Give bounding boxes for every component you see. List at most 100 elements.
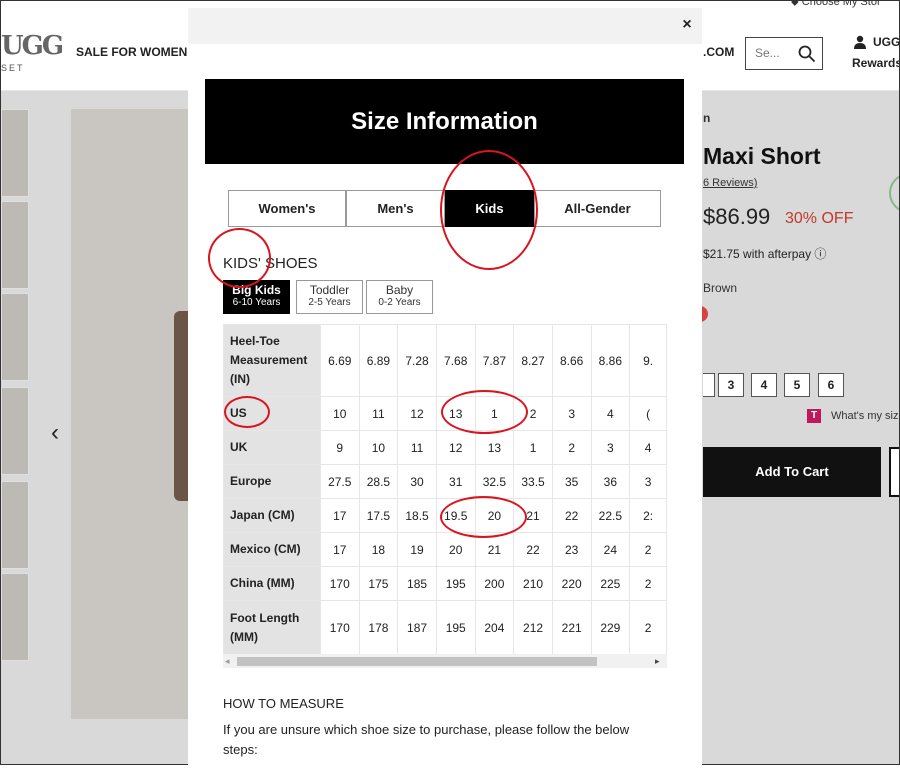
product-thumbnail[interactable] xyxy=(1,387,29,475)
table-cell: 12 xyxy=(397,396,437,431)
table-cell: 2 xyxy=(513,396,553,431)
tab-mens[interactable]: Men's xyxy=(346,190,445,227)
table-cell: 2: xyxy=(629,498,667,533)
scrollbar-thumb[interactable] xyxy=(237,657,597,666)
table-row: Heel-Toe Measurement (IN) 6.69 6.89 7.28 7.6… xyxy=(223,324,667,397)
product-thumbnail[interactable] xyxy=(1,573,29,661)
nav-sale-women[interactable]: SALE FOR WOMEN xyxy=(76,45,187,59)
table-row: Europe 27.5 28.5 30 31 32.5 33.5 35 36 3 xyxy=(223,464,667,499)
table-cell: 22.5 xyxy=(590,498,631,533)
table-cell: 20 xyxy=(474,498,515,533)
brand-logo-sub: SET xyxy=(1,63,25,73)
chevron-left-icon[interactable]: ‹ xyxy=(51,419,59,447)
add-to-cart-button[interactable]: Add To Cart xyxy=(703,447,881,497)
product-price: $86.99 xyxy=(703,204,771,229)
brand-logo[interactable]: UGG xyxy=(1,31,64,61)
table-cell: 8.86 xyxy=(590,324,631,397)
table-row: Foot Length (MM) 170 178 187 195 204 212 221 229… xyxy=(223,600,667,654)
table-cell: 9. xyxy=(629,324,667,397)
table-row: China (MM) 170 175 185 195 200 210 220 225 2 xyxy=(223,566,667,601)
nav-com-link[interactable]: .COM xyxy=(703,45,734,59)
table-cell: 8.66 xyxy=(551,324,592,397)
size-option[interactable]: 5 xyxy=(784,373,810,397)
row-header: Heel-Toe Measurement (IN) xyxy=(223,324,321,397)
table-cell: 200 xyxy=(474,566,515,601)
table-cell: 4 xyxy=(590,396,631,431)
search-input[interactable]: Se... xyxy=(745,37,823,70)
table-cell: 178 xyxy=(358,600,399,654)
size-guide-link[interactable]: What's my siz xyxy=(831,410,899,422)
size-option[interactable]: 4 xyxy=(751,373,777,397)
tab-toddler[interactable]: Toddler 2-5 Years xyxy=(296,280,363,314)
table-cell: 21 xyxy=(474,532,515,567)
product-thumbnail[interactable] xyxy=(1,481,29,569)
row-header: Mexico (CM) xyxy=(223,532,321,567)
table-cell: 12 xyxy=(435,430,476,465)
table-cell: 17 xyxy=(319,532,360,567)
table-cell: 33.5 xyxy=(513,464,553,499)
table-cell: 185 xyxy=(397,566,437,601)
tab-baby[interactable]: Baby 0-2 Years xyxy=(366,280,433,314)
row-header: China (MM) xyxy=(223,566,321,601)
table-row: UK 9 10 11 12 13 1 2 3 4 xyxy=(223,430,667,465)
user-icon[interactable] xyxy=(853,35,867,49)
product-main-image xyxy=(71,109,189,719)
section-title: KIDS' SHOES xyxy=(223,255,318,272)
tab-womens[interactable]: Women's xyxy=(228,190,346,227)
reviews-link[interactable]: 6 Reviews) xyxy=(703,177,757,189)
table-cell: 36 xyxy=(590,464,631,499)
table-cell: 170 xyxy=(319,566,360,601)
table-row: Mexico (CM) 17 18 19 20 21 22 23 24 2 xyxy=(223,532,667,567)
size-option[interactable]: 6 xyxy=(818,373,844,397)
product-thumbnail[interactable] xyxy=(1,293,29,381)
table-cell: 3 xyxy=(551,396,592,431)
horizontal-scrollbar[interactable]: ◂ ▸ xyxy=(223,654,667,668)
tab-big-kids[interactable]: Big Kids 6-10 Years xyxy=(223,280,290,314)
table-cell: 1 xyxy=(474,396,515,431)
table-cell: 20 xyxy=(435,532,476,567)
table-cell: 22 xyxy=(513,532,553,567)
tab-all-gender[interactable]: All-Gender xyxy=(534,190,661,227)
rewards-label[interactable]: Rewards xyxy=(852,56,899,70)
table-cell: 9 xyxy=(319,430,360,465)
table-cell: 22 xyxy=(551,498,592,533)
info-icon[interactable]: ⓘ xyxy=(814,247,826,261)
table-cell: 31 xyxy=(435,464,476,499)
table-cell: 187 xyxy=(397,600,437,654)
product-thumbnail[interactable] xyxy=(1,109,29,197)
search-icon[interactable] xyxy=(798,45,816,63)
table-cell: 2 xyxy=(629,566,667,601)
how-to-measure-text: If you are unsure which shoe size to pur… xyxy=(223,722,630,757)
scroll-left-icon[interactable]: ◂ xyxy=(225,656,230,667)
size-option[interactable] xyxy=(703,373,715,397)
tab-toddler-sub: 2-5 Years xyxy=(308,297,351,308)
row-header: Europe xyxy=(223,464,321,499)
account-label[interactable]: UGG xyxy=(873,35,899,49)
choose-store-label: Choose My Stor xyxy=(801,0,881,8)
tab-big-kids-label: Big Kids xyxy=(232,283,281,297)
product-thumbnail[interactable] xyxy=(1,201,29,289)
size-option[interactable]: 3 xyxy=(718,373,744,397)
tab-kids[interactable]: Kids xyxy=(445,190,534,227)
choose-store-link[interactable]: ⬥ Choose My Stor xyxy=(791,0,881,9)
afterpay-label: $21.75 with afterpay xyxy=(703,247,812,261)
color-name: Brown xyxy=(703,281,738,295)
table-cell: 195 xyxy=(435,566,476,601)
wishlist-button[interactable] xyxy=(889,447,899,497)
close-button[interactable]: × xyxy=(678,14,696,36)
table-cell: 13 xyxy=(435,396,476,431)
tab-baby-sub: 0-2 Years xyxy=(378,297,421,308)
tab-big-kids-sub: 6-10 Years xyxy=(232,297,281,308)
size-table-container[interactable]: Heel-Toe Measurement (IN) 6.69 6.89 7.28 7.6… xyxy=(223,324,667,654)
size-guide-icon: T xyxy=(807,409,821,423)
scroll-right-icon[interactable]: ▸ xyxy=(655,656,660,667)
table-cell: 2 xyxy=(551,430,592,465)
table-cell: 11 xyxy=(358,396,399,431)
product-brand: n xyxy=(703,111,711,125)
table-cell: 225 xyxy=(590,566,631,601)
table-cell: 27.5 xyxy=(319,464,360,499)
table-cell: ( xyxy=(629,396,667,431)
table-cell: 2 xyxy=(629,532,667,567)
size-info-modal: × Size Information Women's Men's Kids Al… xyxy=(188,8,702,778)
table-cell: 30 xyxy=(397,464,437,499)
